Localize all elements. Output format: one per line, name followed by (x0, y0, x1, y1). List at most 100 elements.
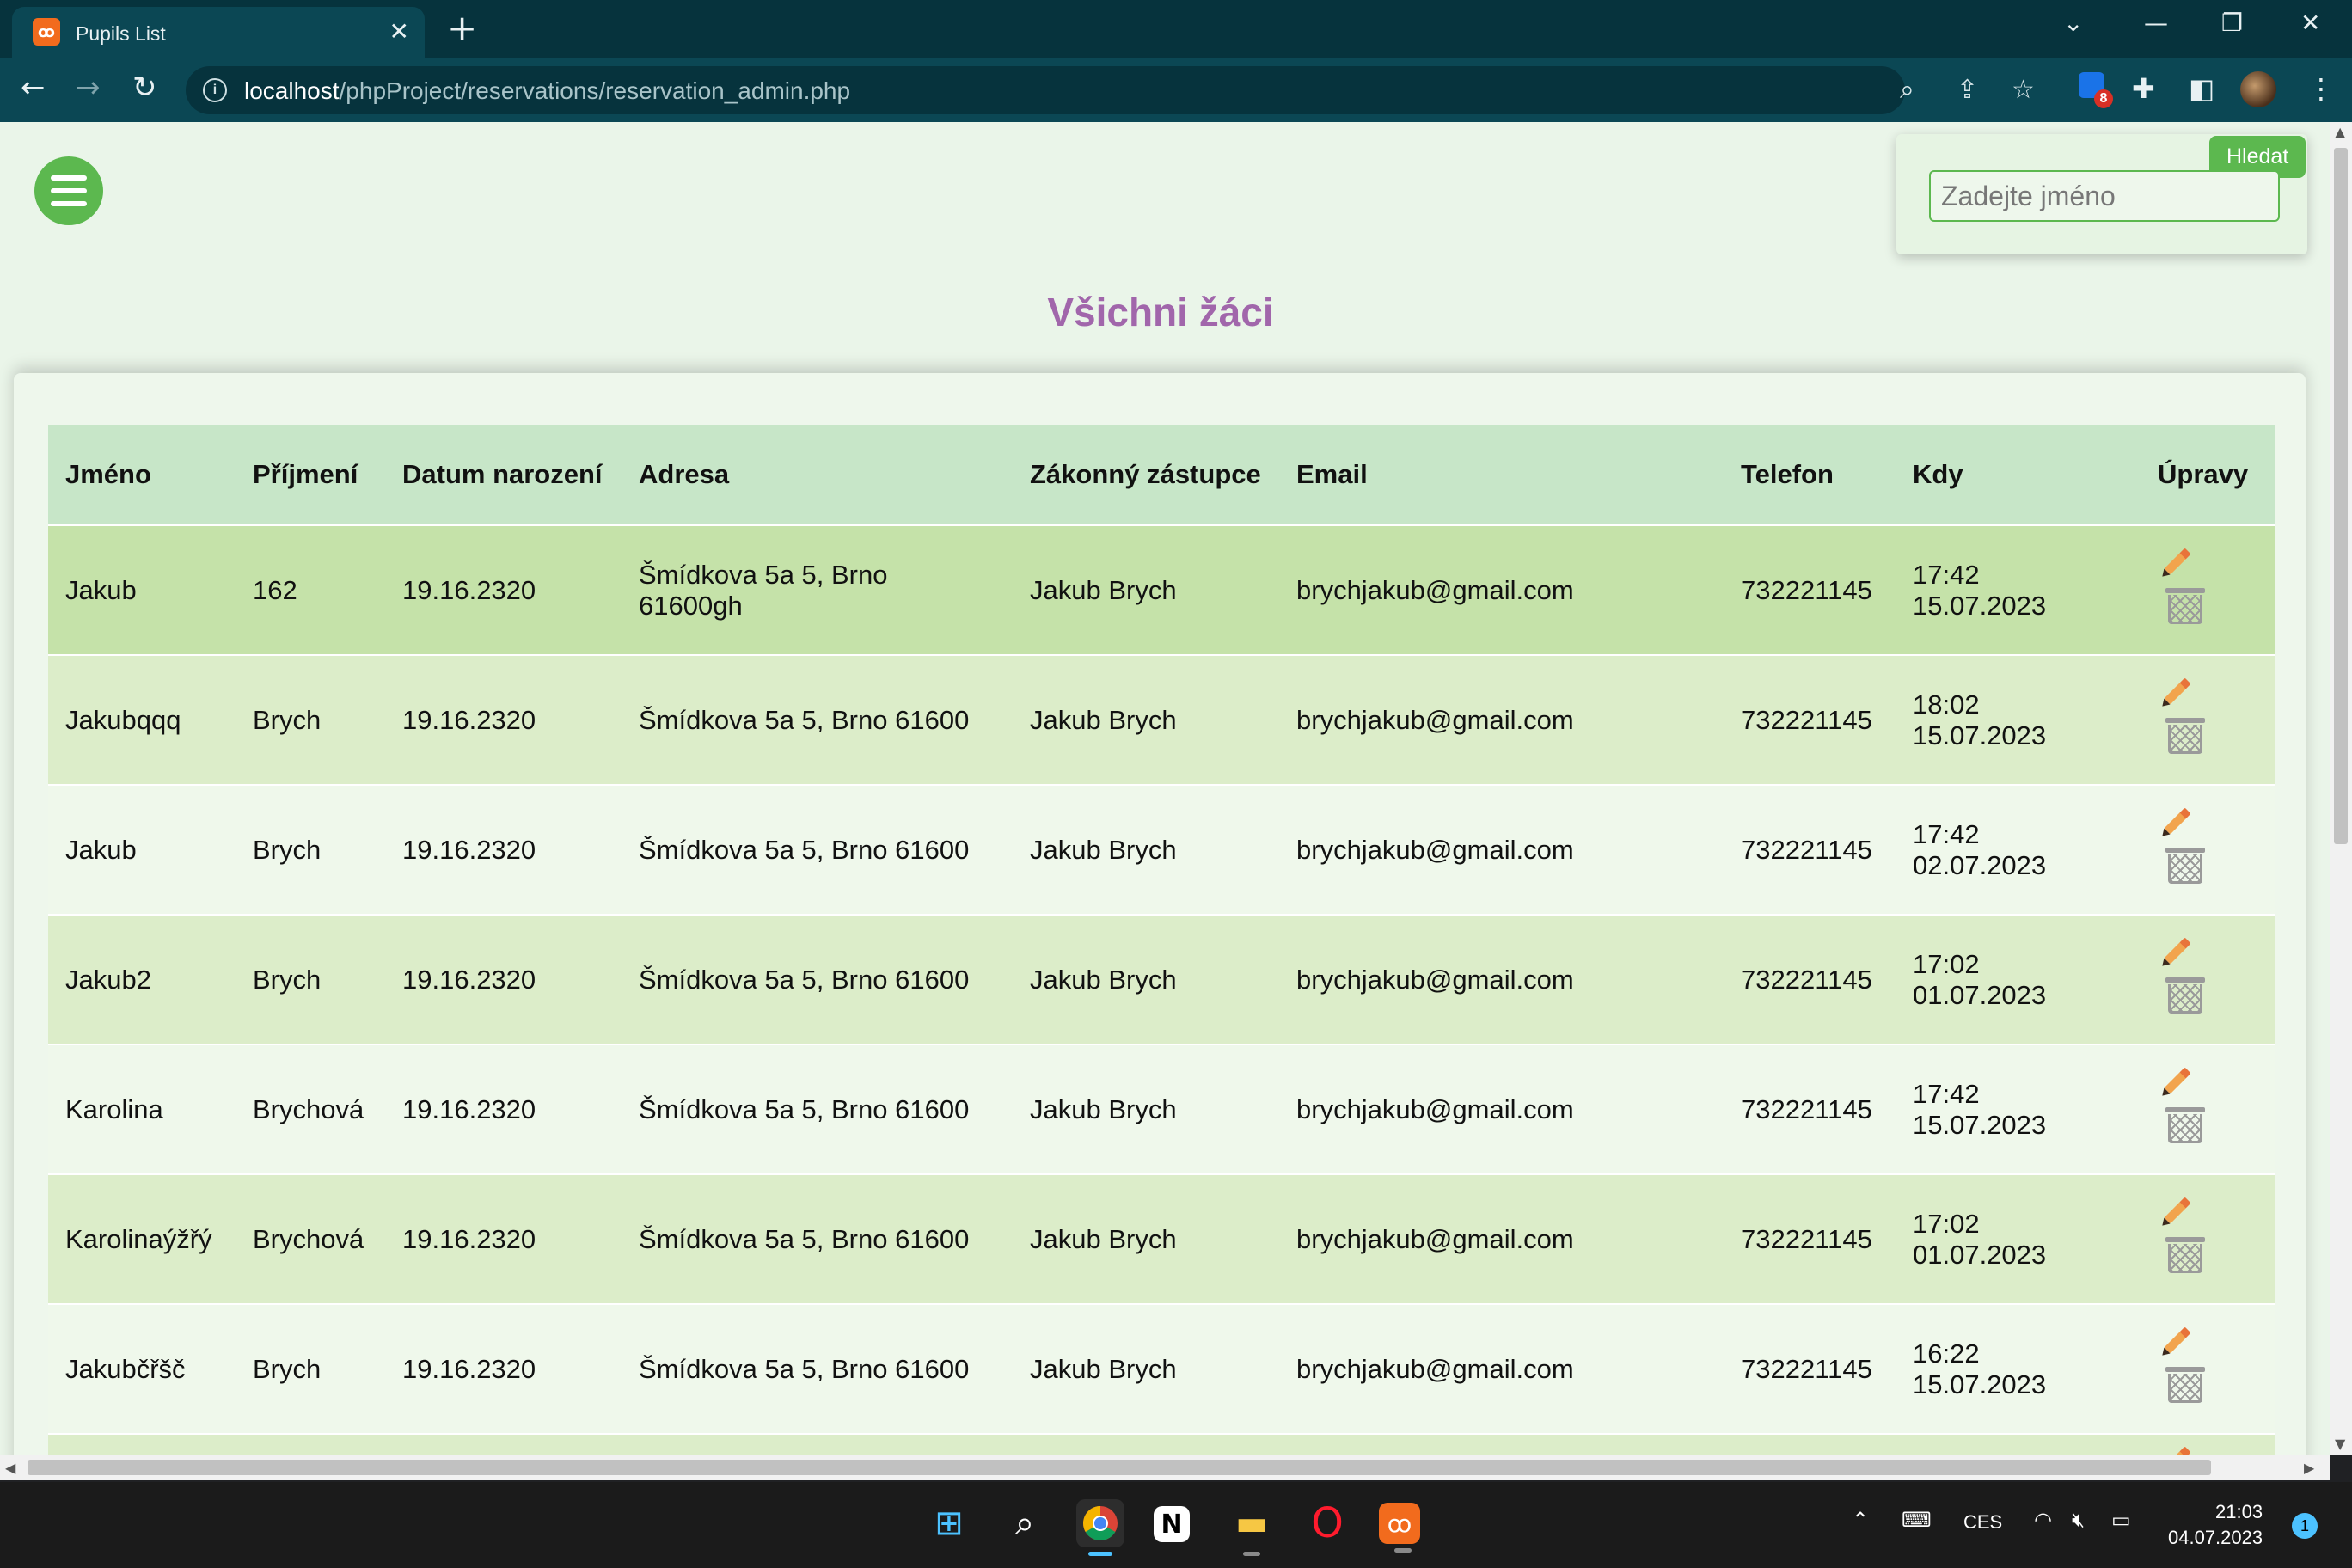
cell-actions (2141, 914, 2275, 1044)
file-explorer-icon[interactable]: ▬ (1228, 1499, 1276, 1556)
forward-icon[interactable]: → (76, 70, 101, 105)
edit-pencil-icon[interactable] (2164, 1066, 2191, 1094)
page-title: Všichni žáci (1047, 290, 1274, 334)
keyboard-icon[interactable]: ⌨ (1902, 1508, 1932, 1532)
table-row[interactable]: Jakub Brych 19.16.2320 Šmídkova 5a 5, Br… (48, 784, 2275, 915)
vertical-scrollbar[interactable]: ▲ ▼ (2330, 122, 2352, 1455)
column-header-telefon[interactable]: Telefon (1724, 425, 1896, 525)
table-row[interactable]: Jakub2 Brych 19.16.2320 Šmídkova 5a 5, B… (48, 914, 2275, 1044)
new-tab-icon[interactable]: + (447, 7, 477, 49)
scroll-right-arrow-icon[interactable]: ▶ (2304, 1460, 2314, 1476)
pupils-table: Jméno Příjmení Datum narození Adresa Zák… (48, 425, 2275, 1455)
edit-pencil-icon[interactable] (2164, 1196, 2191, 1224)
kdy-date: 15.07.2023 (1913, 1369, 2047, 1400)
kdy-time: 17:42 (1913, 818, 1980, 849)
delete-trash-icon[interactable] (2165, 717, 2205, 754)
opera-icon[interactable]: O (1303, 1499, 1351, 1547)
scroll-left-arrow-icon[interactable]: ◀ (5, 1460, 15, 1476)
share-icon[interactable]: ⇪ (1957, 75, 1978, 105)
cell-jmeno: Jakub (48, 784, 236, 915)
notion-icon[interactable]: N (1154, 1506, 1190, 1542)
wifi-icon[interactable]: ◠ (2034, 1508, 2052, 1532)
cell-adresa: Šmídkova 5a 5, Brno 61600gh (622, 524, 1013, 655)
table-row[interactable]: Jakubqqq Brych 19.16.2320 Šmídkova 5a 5,… (48, 654, 2275, 785)
cell-zastupce: Jakub Brych (1013, 1303, 1279, 1434)
delete-trash-icon[interactable] (2165, 587, 2205, 624)
close-window-icon[interactable]: ✕ (2300, 9, 2320, 37)
delete-trash-icon[interactable] (2165, 847, 2205, 884)
search-icon[interactable]: ⌕ (1001, 1499, 1049, 1547)
chrome-icon[interactable] (1076, 1499, 1124, 1556)
cell-prijmeni: Brych (236, 1303, 385, 1434)
cell-zastupce: Jakub Brych (1013, 1044, 1279, 1174)
cell-actions (2141, 784, 2275, 915)
column-header-prijmeni[interactable]: Příjmení (236, 425, 385, 525)
edit-pencil-icon[interactable] (2164, 806, 2191, 835)
table-row[interactable]: Jakubčřšč Brych 19.16.2320 Šmídkova 5a 5… (48, 1303, 2275, 1434)
close-tab-icon[interactable]: ✕ (389, 17, 409, 46)
restore-icon[interactable]: ❐ (2221, 9, 2243, 37)
scroll-down-arrow-icon[interactable]: ▼ (2335, 1436, 2345, 1452)
kdy-time: 16:22 (1913, 1338, 1980, 1369)
reload-icon[interactable]: ↻ (132, 70, 157, 105)
vertical-scroll-thumb[interactable] (2334, 148, 2348, 844)
tab-title: Pupils List (76, 22, 166, 45)
cell-datum: 19.16.2320 (385, 1303, 622, 1434)
extensions-puzzle-icon[interactable]: ✚ (2132, 72, 2155, 105)
cell-zastupce: Jakub Brych (1013, 524, 1279, 655)
system-clock[interactable]: 21:03 04.07.2023 (2168, 1499, 2263, 1551)
side-panel-icon[interactable]: ◧ (2189, 72, 2214, 105)
column-header-upravy: Úpravy (2141, 425, 2275, 525)
edit-pencil-icon[interactable] (2164, 936, 2191, 965)
column-header-adresa[interactable]: Adresa (622, 425, 1013, 525)
zoom-search-icon[interactable]: ⌕ (1900, 75, 1914, 105)
hamburger-menu-button[interactable] (34, 156, 103, 225)
address-bar[interactable]: i localhost/phpProject/reservations/rese… (186, 66, 2035, 114)
browser-tab[interactable]: ꝏ Pupils List ✕ (12, 7, 425, 58)
bookmark-star-icon[interactable]: ☆ (2012, 75, 2035, 105)
horizontal-scrollbar[interactable]: ◀ ▶ (0, 1455, 2330, 1480)
battery-icon[interactable]: ▭ (2111, 1508, 2131, 1532)
menu-bar-icon (51, 188, 87, 193)
column-header-email[interactable]: Email (1279, 425, 1724, 525)
table-row[interactable]: Jakub 162 19.16.2320 Šmídkova 5a 5, Brno… (48, 524, 2275, 655)
cell-jmeno: Jakubqqq (48, 654, 236, 785)
column-header-kdy[interactable]: Kdy (1896, 425, 2141, 525)
profile-avatar[interactable] (2240, 71, 2276, 107)
column-header-datum[interactable]: Datum narození (385, 425, 622, 525)
column-header-jmeno[interactable]: Jméno (48, 425, 236, 525)
edit-pencil-icon[interactable] (2164, 677, 2191, 705)
kdy-date: 02.07.2023 (1913, 849, 2047, 880)
edit-pencil-icon[interactable] (2164, 1446, 2191, 1455)
table-row[interactable]: Karolina Brychová 19.16.2320 Šmídkova 5a… (48, 1044, 2275, 1174)
site-info-icon[interactable]: i (203, 78, 227, 102)
taskbar: ⊞ ⌕ N ▬ O ꝏ ⌃ ⌨ CES ◠ 🔇︎ ▭ 21:03 04.07.2… (0, 1482, 2352, 1568)
notification-badge[interactable]: 1 (2292, 1513, 2318, 1539)
kdy-date: 01.07.2023 (1913, 1239, 2047, 1270)
tray-chevron-icon[interactable]: ⌃ (1852, 1508, 1869, 1532)
horizontal-scroll-thumb[interactable] (28, 1460, 2211, 1475)
cell-prijmeni: Brych (236, 784, 385, 915)
cell-jmeno: Jakub2 (48, 914, 236, 1044)
table-row[interactable]: Karolinaýžřý Brychová 19.16.2320 Šmídkov… (48, 1173, 2275, 1304)
cell-datum: 19.16.2320 (385, 914, 622, 1044)
edit-pencil-icon[interactable] (2164, 1326, 2191, 1354)
xampp-icon[interactable]: ꝏ (1379, 1503, 1420, 1553)
delete-trash-icon[interactable] (2165, 977, 2205, 1014)
keyboard-layout[interactable]: CES (1963, 1511, 2002, 1534)
delete-trash-icon[interactable] (2165, 1366, 2205, 1403)
column-header-zastupce[interactable]: Zákonný zástupce (1013, 425, 1279, 525)
name-search-input[interactable] (1929, 170, 2280, 222)
edit-pencil-icon[interactable] (2164, 547, 2191, 575)
browser-menu-icon[interactable]: ⋮ (2307, 72, 2335, 105)
tab-search-chevron-icon[interactable]: ⌄ (2063, 9, 2083, 37)
volume-muted-icon[interactable]: 🔇︎ (2072, 1508, 2085, 1532)
table-row[interactable] (48, 1433, 2275, 1455)
url-text[interactable]: localhost/phpProject/reservations/reserv… (244, 77, 850, 105)
delete-trash-icon[interactable] (2165, 1106, 2205, 1143)
back-icon[interactable]: ← (21, 70, 46, 105)
scroll-up-arrow-icon[interactable]: ▲ (2335, 124, 2345, 140)
windows-start-icon[interactable]: ⊞ (925, 1499, 973, 1547)
delete-trash-icon[interactable] (2165, 1236, 2205, 1273)
minimize-icon[interactable]: — (2144, 9, 2168, 37)
